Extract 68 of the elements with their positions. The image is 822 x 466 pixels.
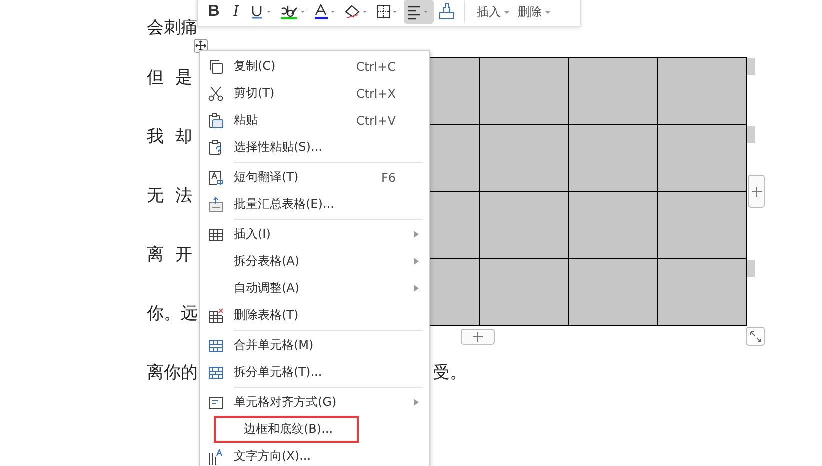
add-row-button[interactable] (461, 329, 495, 345)
body-text: 受。 (433, 362, 467, 385)
body-text: 离你的 (147, 362, 198, 385)
font-color-icon (314, 4, 338, 20)
menu-item[interactable]: 选择性粘贴(S)... (200, 134, 429, 161)
menu-item[interactable]: 拆分单元格(T)... (200, 359, 429, 386)
row-handle[interactable] (747, 58, 755, 75)
plus-icon (473, 332, 483, 342)
copy-icon (208, 58, 224, 74)
menu-item[interactable]: 删除表格(T) (200, 302, 429, 329)
row-handle[interactable] (747, 260, 755, 277)
body-text: 但 是 (147, 67, 192, 90)
paint-bucket-icon (344, 4, 370, 20)
resize-handle[interactable] (746, 327, 765, 346)
row-handle[interactable] (747, 126, 755, 143)
table-cell[interactable] (569, 192, 658, 259)
table-summary-icon (208, 196, 224, 212)
menu-item[interactable]: 批量汇总表格(E)... (200, 191, 429, 218)
table-cell[interactable] (569, 259, 658, 325)
toolbar-menu[interactable]: 删除 (514, 4, 555, 20)
delete-table-icon (208, 308, 224, 324)
menu-item[interactable]: 自动调整(A) (200, 275, 429, 302)
add-column-button[interactable] (748, 175, 765, 208)
table-cell[interactable] (658, 259, 746, 325)
table-cell[interactable] (480, 192, 569, 259)
menu-item[interactable]: 合并单元格(M) (200, 332, 429, 359)
menu-item[interactable]: 文字方向(X)... (200, 443, 429, 466)
table-cell[interactable] (658, 58, 746, 125)
toolbar-menu[interactable]: 插入 (473, 4, 514, 20)
body-text: 离 开 (147, 244, 192, 267)
body-text: 会刺痛 (147, 17, 198, 40)
move-handle-icon[interactable] (194, 39, 208, 53)
borders-icon (376, 4, 400, 20)
menu-item[interactable]: 拆分表格(A) (200, 248, 429, 275)
menu-item[interactable]: 复制(C) Ctrl+C (200, 53, 429, 80)
cell-align-icon (208, 394, 224, 410)
clipboard-question-icon (208, 140, 224, 156)
table-cell[interactable] (569, 125, 658, 192)
highlighter-icon (280, 4, 308, 20)
menu-item[interactable]: 插入(I) (200, 221, 429, 248)
underline-icon (250, 4, 274, 20)
text-direction-icon (208, 448, 224, 464)
menu-item[interactable]: 边框和底纹(B)... (214, 416, 359, 443)
translate-icon (208, 170, 224, 186)
menu-item[interactable]: 剪切(T) Ctrl+X (200, 80, 429, 107)
clipboard-icon (208, 112, 224, 128)
table-cell[interactable] (480, 125, 569, 192)
align-button[interactable] (404, 0, 434, 24)
body-text: 我 却 (147, 126, 192, 149)
table-cell[interactable] (480, 58, 569, 125)
body-text: 无 法 (147, 185, 192, 208)
table-cell[interactable] (658, 125, 746, 192)
table-icon (208, 226, 224, 242)
italic-button[interactable]: I (226, 0, 246, 24)
menu-item[interactable]: 粘贴 Ctrl+V (200, 107, 429, 134)
split-cells-icon (208, 364, 224, 380)
menu-item[interactable]: 单元格对齐方式(G) (200, 389, 429, 416)
table-cell[interactable] (569, 58, 658, 125)
table-cell[interactable] (480, 259, 569, 325)
brush-icon (438, 3, 456, 21)
resize-arrows-icon (750, 330, 762, 342)
menu-item[interactable]: 短句翻译(T) F6 (200, 164, 429, 191)
body-text: 你。远 (147, 303, 198, 326)
bold-button[interactable]: B (204, 0, 224, 24)
table-cell[interactable] (658, 192, 746, 259)
plus-icon (752, 186, 762, 196)
merge-cells-icon (208, 338, 224, 354)
scissors-icon (208, 86, 224, 102)
